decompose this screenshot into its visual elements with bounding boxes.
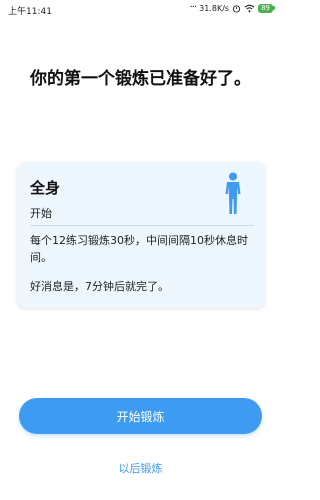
alarm-icon <box>232 4 241 13</box>
battery-level: 89 <box>258 3 273 13</box>
start-workout-button[interactable]: 开始锻炼 <box>19 398 262 434</box>
page-headline: 你的第一个锻炼已准备好了。 <box>30 69 251 89</box>
battery-icon: 89 <box>258 3 275 13</box>
card-description: 每个12练习锻炼30秒，中间间隔10秒休息时间。 <box>30 234 248 264</box>
card-note: 好消息是，7分钟后就完了。 <box>30 280 169 293</box>
workout-card[interactable]: 全身 开始 每个12练习锻炼30秒，中间间隔10秒休息时间。 好消息是，7分钟后… <box>17 162 265 308</box>
wifi-icon <box>244 4 255 12</box>
body-figure-icon <box>225 172 241 214</box>
more-dots-icon: ··· <box>189 2 197 13</box>
status-time: 上午11:41 <box>8 7 52 17</box>
workout-later-link[interactable]: 以后锻炼 <box>0 460 281 476</box>
card-subtitle: 开始 <box>30 207 52 220</box>
network-speed: 31.8K/s <box>199 3 230 13</box>
card-title: 全身 <box>30 179 61 197</box>
status-bar: 上午11:41 ··· 31.8K/s 89 <box>0 0 281 20</box>
status-right-group: ··· 31.8K/s 89 <box>190 3 275 13</box>
card-divider <box>30 225 254 226</box>
